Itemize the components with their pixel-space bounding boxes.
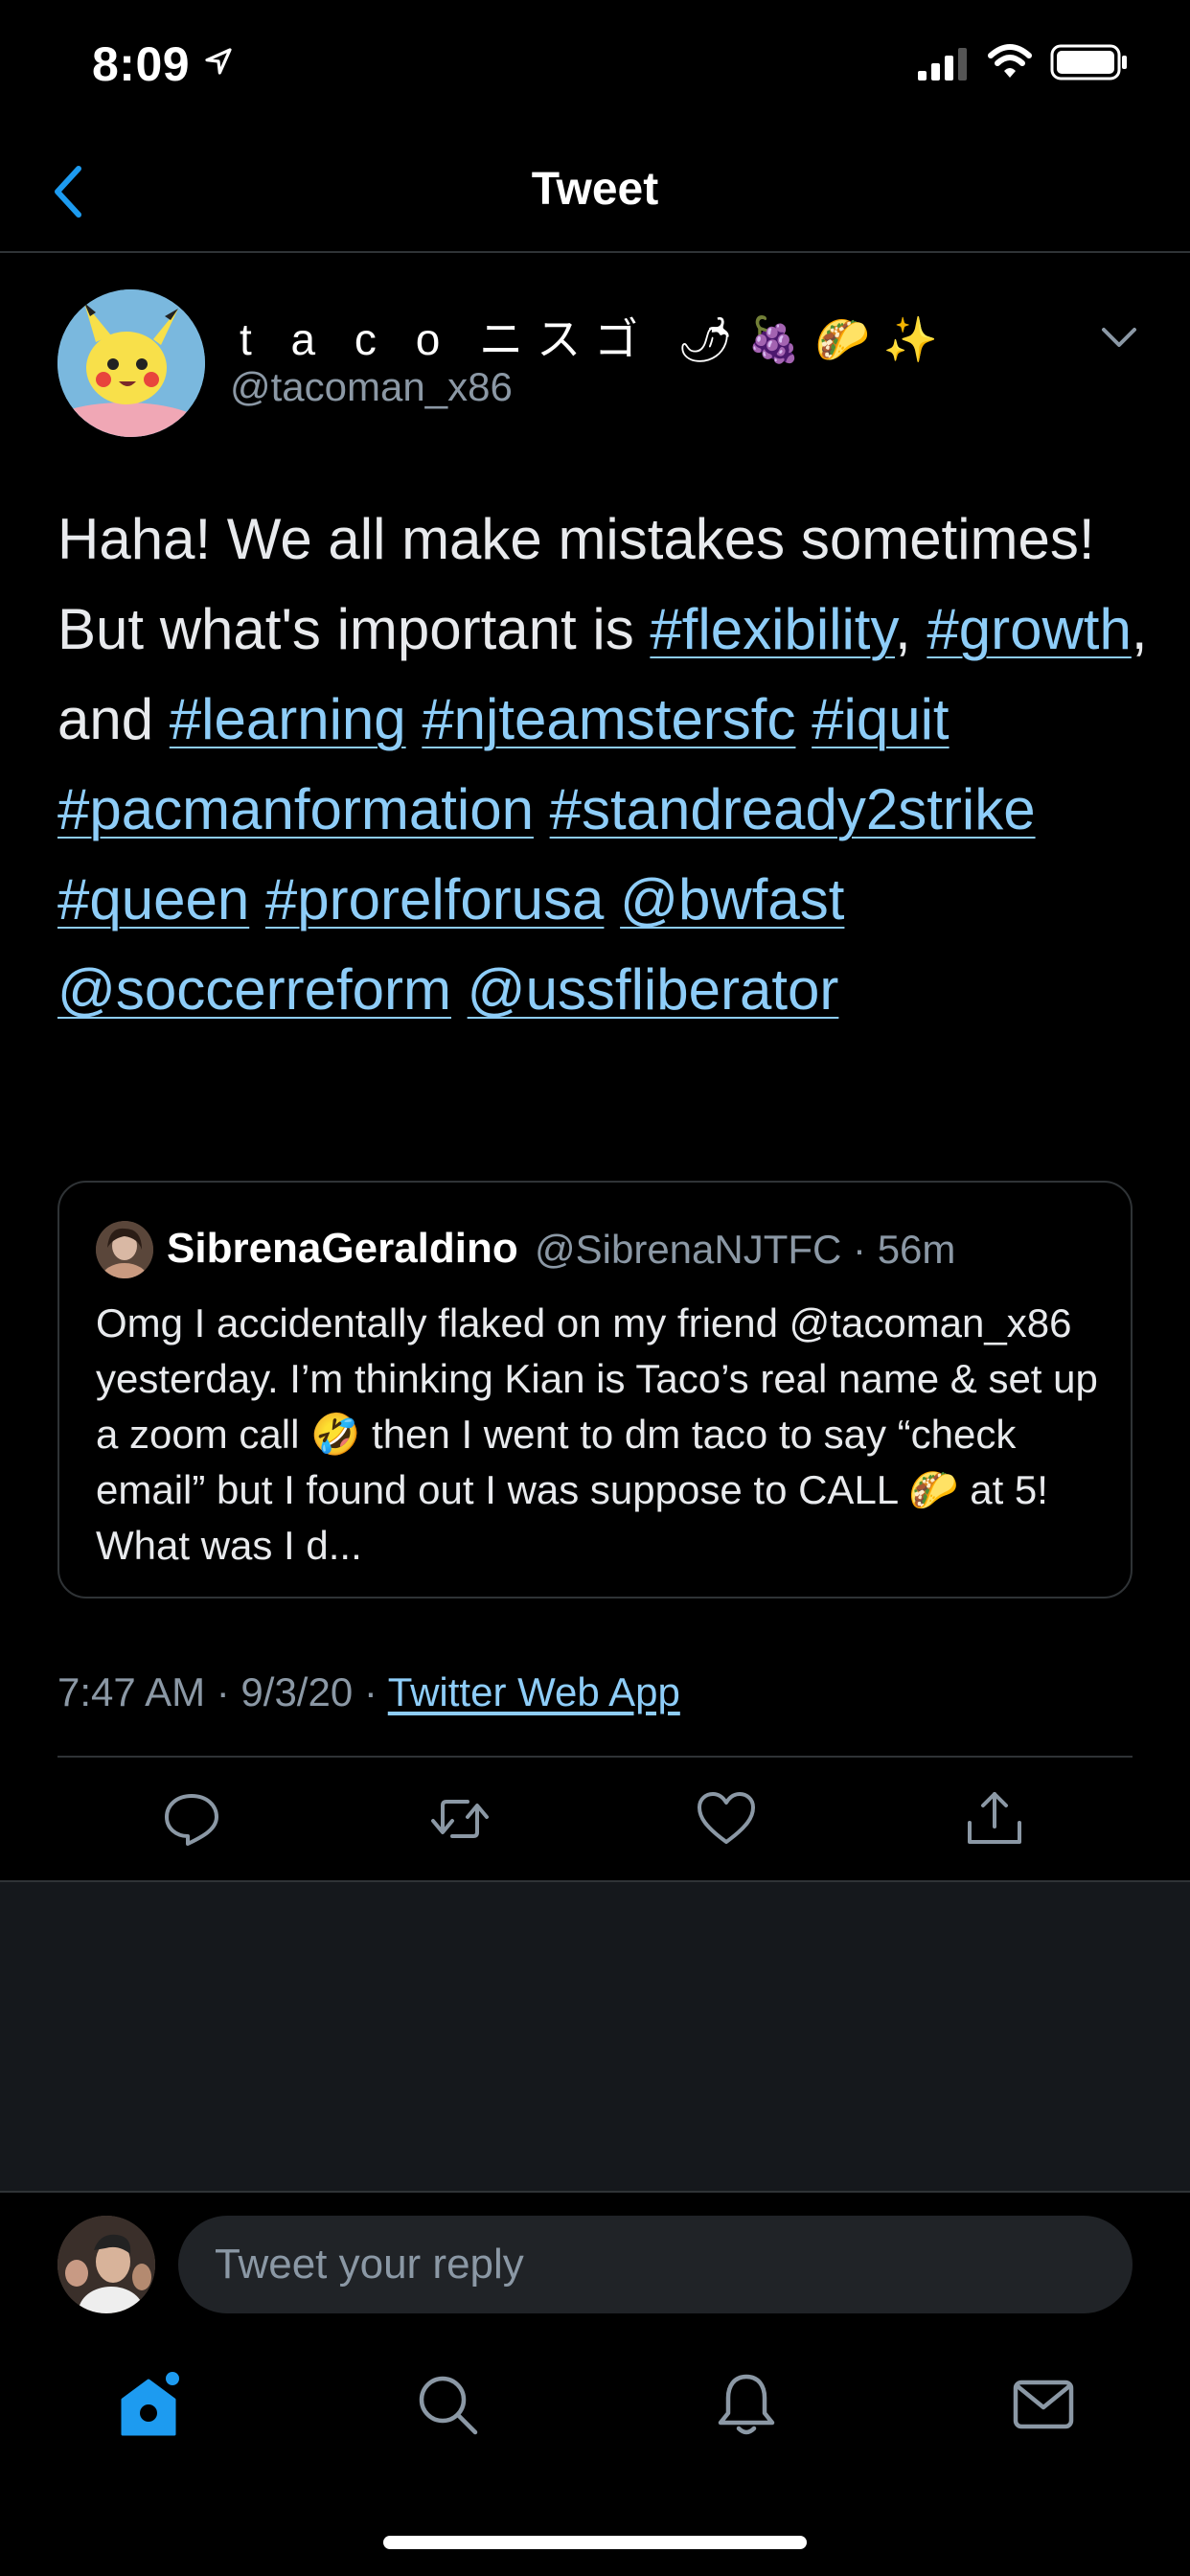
location-arrow-icon — [205, 48, 232, 75]
tweet-timestamp: 7:47 AM · 9/3/20 · Twitter Web App — [57, 1669, 680, 1715]
replies-area — [0, 1880, 1190, 2193]
page-title: Tweet — [531, 164, 659, 215]
notifications-icon[interactable] — [713, 2371, 780, 2438]
status-time: 8:09 — [92, 37, 191, 91]
tweet-link[interactable]: @ussfliberator — [468, 957, 839, 1022]
divider — [57, 1756, 1133, 1758]
reply-icon[interactable] — [161, 1788, 222, 1850]
user-handle[interactable]: @tacoman_x86 — [230, 364, 513, 410]
tweet-link[interactable]: #njteamstersfc — [422, 687, 795, 751]
quoted-tweet[interactable]: SibrenaGeraldino @SibrenaNJTFC · 56m Omg… — [57, 1181, 1133, 1598]
messages-icon[interactable] — [1010, 2371, 1077, 2438]
share-icon[interactable] — [964, 1788, 1025, 1850]
cellular-signal-icon — [918, 48, 967, 80]
status-bar: 8:09 — [0, 0, 1190, 126]
battery-icon — [1050, 44, 1127, 80]
tweet-link[interactable]: @bwfast — [620, 867, 844, 932]
display-name[interactable]: t a c o ニスゴ 🌶🍇🌮✨ — [240, 305, 951, 368]
timestamp-text: 7:47 AM · 9/3/20 · — [57, 1669, 388, 1714]
tweet-text-segment — [795, 687, 812, 751]
avatar[interactable] — [57, 289, 205, 437]
tweet-text-segment — [604, 867, 620, 932]
tweet-link[interactable]: #prorelforusa — [265, 867, 605, 932]
source-link[interactable]: Twitter Web App — [388, 1669, 680, 1714]
like-icon[interactable] — [696, 1788, 757, 1850]
search-icon[interactable] — [414, 2371, 481, 2438]
tweet-link[interactable]: #pacmanformation — [57, 777, 534, 841]
wifi-icon — [988, 44, 1032, 78]
tweet-link[interactable]: #growth — [927, 597, 1131, 661]
tweet-link[interactable]: #flexibility — [650, 597, 895, 661]
tweet-link[interactable]: #queen — [57, 867, 249, 932]
chevron-down-icon[interactable] — [1100, 326, 1138, 351]
tweet-text-segment — [451, 957, 468, 1022]
quoted-avatar[interactable] — [96, 1221, 153, 1278]
nav-bar: Tweet — [0, 126, 1190, 253]
quoted-name: SibrenaGeraldino — [167, 1225, 518, 1272]
tweet-link[interactable]: #learning — [170, 687, 406, 751]
user-avatar[interactable] — [57, 2216, 155, 2313]
tweet-text-segment — [406, 687, 423, 751]
home-indicator[interactable] — [383, 2536, 807, 2549]
quoted-text: Omg I accidentally flaked on my friend @… — [96, 1300, 1098, 1568]
home-icon[interactable] — [115, 2371, 182, 2438]
tweet-text-segment — [249, 867, 265, 932]
retweet-icon[interactable] — [429, 1788, 491, 1850]
tweet-text-segment — [534, 777, 550, 841]
tweet-link[interactable]: @soccerreform — [57, 957, 451, 1022]
reply-input[interactable] — [178, 2216, 1133, 2313]
tweet-link[interactable]: #iquit — [812, 687, 949, 751]
tweet-text-segment: , — [895, 597, 927, 661]
tweet-text: Haha! We all make mistakes sometimes! Bu… — [57, 494, 1150, 1035]
quoted-meta: @SibrenaNJTFC · 56m — [535, 1227, 956, 1272]
tweet-link[interactable]: #standready2strike — [550, 777, 1036, 841]
